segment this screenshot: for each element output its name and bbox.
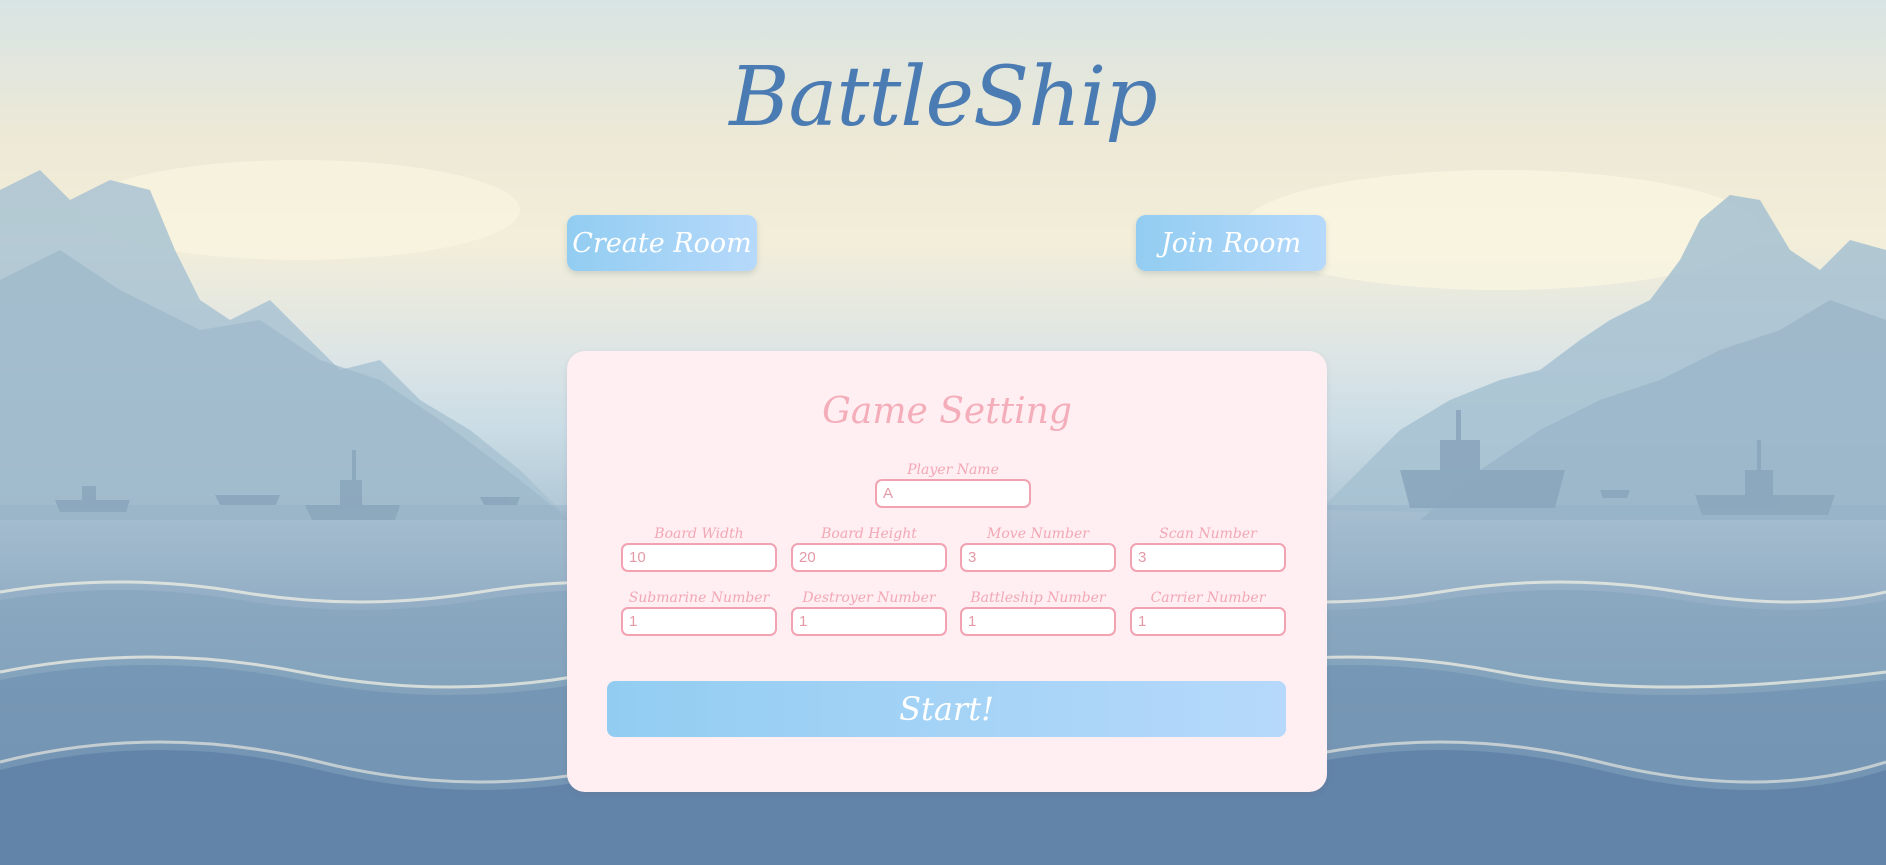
scan-number-group: Scan Number [1130, 525, 1286, 572]
board-width-group: Board Width [621, 525, 777, 572]
start-button[interactable]: Start! [607, 681, 1286, 737]
move-number-label: Move Number [987, 526, 1089, 542]
move-number-group: Move Number [960, 525, 1116, 572]
submarine-number-label: Submarine Number [628, 590, 770, 606]
player-name-group: Player Name [875, 461, 1031, 508]
battleship-number-label: Battleship Number [970, 590, 1106, 606]
game-setting-panel: Game Setting Player Name Board Width Boa… [567, 351, 1327, 792]
player-name-input[interactable] [875, 479, 1031, 508]
board-height-group: Board Height [791, 525, 947, 572]
board-height-input[interactable] [791, 543, 947, 572]
board-width-label: Board Width [654, 526, 744, 542]
destroyer-number-label: Destroyer Number [802, 590, 936, 606]
carrier-number-input[interactable] [1130, 607, 1286, 636]
game-setting-title: Game Setting [822, 391, 1072, 432]
create-room-button[interactable]: Create Room [567, 215, 757, 271]
carrier-number-group: Carrier Number [1130, 589, 1286, 636]
board-height-label: Board Height [821, 526, 917, 542]
scan-number-label: Scan Number [1159, 526, 1257, 542]
board-width-input[interactable] [621, 543, 777, 572]
app-title: BattleShip [729, 50, 1158, 145]
destroyer-number-input[interactable] [791, 607, 947, 636]
submarine-number-input[interactable] [621, 607, 777, 636]
scan-number-input[interactable] [1130, 543, 1286, 572]
submarine-number-group: Submarine Number [621, 589, 777, 636]
player-name-label: Player Name [907, 462, 999, 478]
destroyer-number-group: Destroyer Number [791, 589, 947, 636]
move-number-input[interactable] [960, 543, 1116, 572]
battleship-number-input[interactable] [960, 607, 1116, 636]
join-room-button[interactable]: Join Room [1136, 215, 1326, 271]
carrier-number-label: Carrier Number [1150, 590, 1266, 606]
battleship-number-group: Battleship Number [960, 589, 1116, 636]
